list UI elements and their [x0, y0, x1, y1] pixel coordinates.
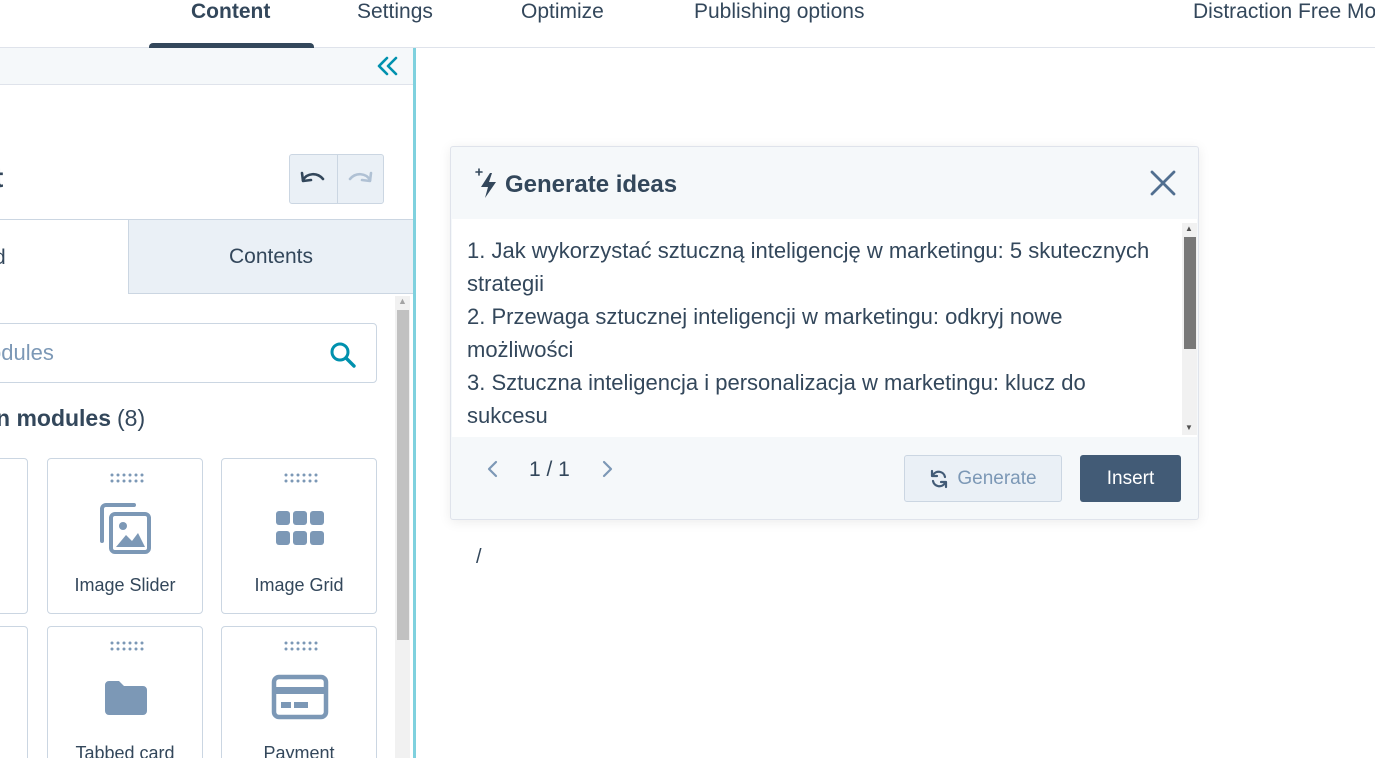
tab-contents[interactable]: Contents: [129, 220, 413, 294]
module-card[interactable]: [0, 458, 28, 614]
undo-button[interactable]: [290, 155, 337, 203]
insert-button[interactable]: Insert: [1080, 455, 1181, 502]
redo-button[interactable]: [336, 155, 384, 203]
module-search-input[interactable]: [0, 324, 311, 382]
module-card-label: Tabbed card: [75, 743, 175, 758]
tab-settings[interactable]: Settings: [357, 0, 433, 24]
module-card-tabbed-card[interactable]: Tabbed card: [47, 626, 203, 758]
sidebar-title: t: [0, 162, 3, 194]
drag-handle-icon[interactable]: [109, 472, 145, 484]
folder-icon: [96, 667, 156, 727]
image-slider-icon: [96, 499, 156, 559]
dialog-title: Generate ideas: [505, 171, 678, 198]
payment-card-icon: [270, 667, 330, 727]
drag-handle-icon[interactable]: [109, 640, 145, 652]
scroll-up-arrow-icon[interactable]: ▲: [398, 296, 407, 306]
sidebar-scrollbar-thumb[interactable]: [397, 310, 409, 640]
left-sidebar-panel: t d Contents n modules(8): [0, 48, 413, 758]
module-card-label: Payment: [263, 743, 335, 758]
top-navigation: Content Settings Optimize Publishing opt…: [0, 0, 1375, 50]
generate-button-label: Generate: [957, 467, 1037, 489]
tab-distraction-free-mode[interactable]: Distraction Free Mo: [1193, 0, 1375, 24]
scroll-up-arrow-icon[interactable]: ▲: [1185, 224, 1193, 233]
sidebar-collapse-bar: [0, 48, 413, 85]
tab-publishing-options[interactable]: Publishing options: [694, 0, 864, 24]
generated-ideas-text: 1. Jak wykorzystać sztuczną inteligencję…: [467, 238, 1150, 428]
tab-content[interactable]: Content: [191, 0, 270, 24]
chevron-left-icon[interactable]: [483, 459, 503, 479]
pager-indicator: 1 / 1: [529, 458, 570, 481]
modules-heading: n modules (8): [0, 405, 145, 432]
ideas-text-area[interactable]: 1. Jak wykorzystać sztuczną inteligencję…: [452, 219, 1197, 437]
tab-add[interactable]: d: [0, 220, 129, 294]
refresh-icon: [931, 469, 948, 488]
sidebar-resize-rail[interactable]: [413, 48, 416, 758]
ai-spark-icon: [475, 168, 496, 198]
redo-icon: [348, 171, 373, 183]
module-card[interactable]: [0, 626, 28, 758]
generate-button[interactable]: Generate: [904, 455, 1062, 502]
sidebar-subtabs: d Contents: [0, 219, 413, 294]
modules-heading-label: n modules: [0, 405, 112, 431]
close-icon[interactable]: [1148, 168, 1178, 198]
generate-ideas-dialog: Generate ideas 1. Jak wykorzystać sztucz…: [450, 146, 1199, 520]
module-card-payment[interactable]: Payment: [221, 626, 377, 758]
module-search-box: [0, 323, 377, 383]
tab-add-label: d: [0, 246, 6, 270]
module-card-image-grid[interactable]: Image Grid: [221, 458, 377, 614]
module-card-label: Image Grid: [254, 575, 344, 595]
scroll-down-arrow-icon[interactable]: ▼: [1185, 423, 1193, 432]
tab-optimize[interactable]: Optimize: [521, 0, 604, 24]
dialog-footer: 1 / 1 Generate Insert: [451, 437, 1198, 519]
module-card-image-slider[interactable]: Image Slider: [47, 458, 203, 614]
drag-handle-icon[interactable]: [283, 640, 319, 652]
module-card-label: Image Slider: [74, 575, 176, 595]
double-chevron-left-icon[interactable]: [374, 54, 402, 78]
ideas-scrollbar-thumb[interactable]: [1184, 237, 1196, 349]
chevron-right-icon[interactable]: [597, 459, 617, 479]
search-icon[interactable]: [329, 341, 357, 369]
drag-handle-icon[interactable]: [283, 472, 319, 484]
modules-count: (8): [117, 405, 146, 431]
editor-text[interactable]: /: [476, 546, 482, 569]
grid-icon: [270, 499, 330, 559]
dialog-header: Generate ideas: [451, 147, 1198, 219]
undo-icon: [300, 171, 325, 183]
undo-redo-group: [289, 154, 384, 204]
